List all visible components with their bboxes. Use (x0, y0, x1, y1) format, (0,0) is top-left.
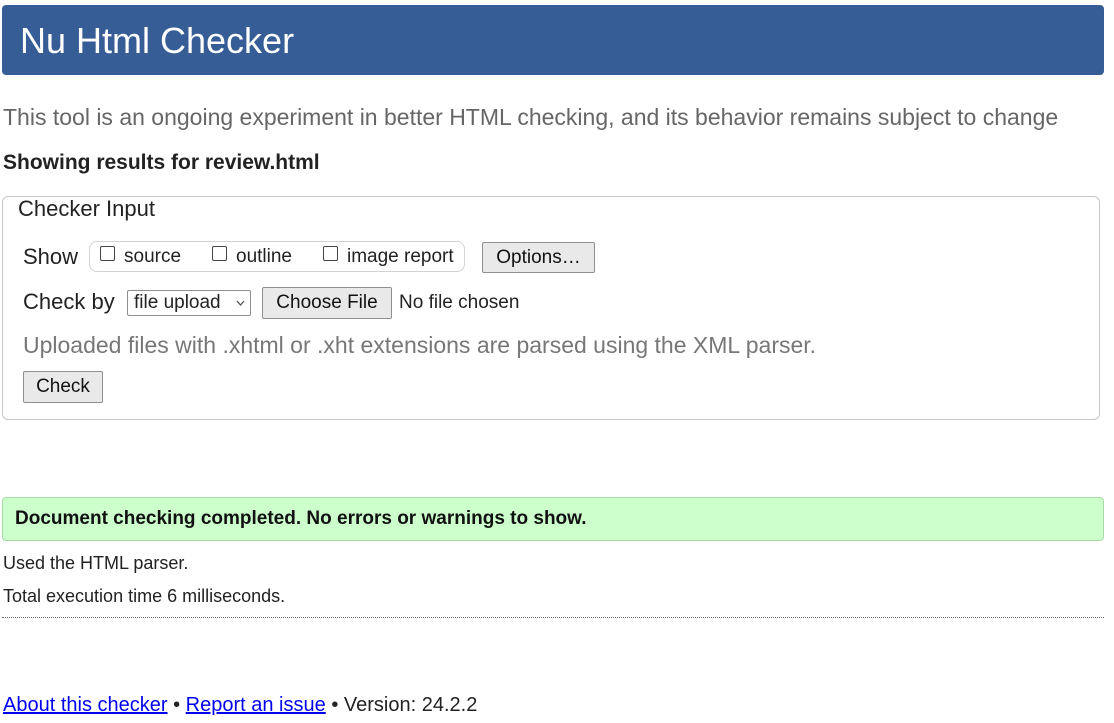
execution-time-info: Total execution time 6 milliseconds. (3, 586, 286, 606)
source-checkbox-label: source (124, 246, 182, 267)
version-text: Version: 24.2.2 (343, 694, 478, 716)
show-label: Show (23, 244, 79, 269)
report-issue-link[interactable]: Report an issue (186, 694, 326, 716)
image-report-checkbox[interactable] (323, 246, 338, 261)
check-by-label: Check by (23, 289, 115, 314)
check-button[interactable]: Check (23, 371, 103, 403)
image-report-checkbox-label: image report (347, 246, 454, 267)
page-title: Nu Html Checker (20, 20, 295, 61)
checker-input-legend: Checker Input (14, 197, 159, 221)
intro-text: This tool is an ongoing experiment in be… (3, 104, 1059, 130)
check-by-select[interactable]: file upload (127, 290, 251, 316)
footer-separator: • (331, 694, 339, 716)
xml-parser-note: Uploaded files with .xhtml or .xht exten… (23, 332, 817, 358)
outline-checkbox-label: outline (236, 246, 292, 267)
parser-info: Used the HTML parser. (3, 553, 189, 573)
results-heading: Showing results for review.html (3, 151, 320, 174)
source-checkbox[interactable] (100, 246, 115, 261)
choose-file-button[interactable]: Choose File (262, 287, 392, 319)
chevron-down-icon (236, 300, 245, 306)
page: Nu Html Checker This tool is an ongoing … (0, 0, 1114, 723)
check-by-selected-value: file upload (134, 292, 221, 313)
outline-checkbox[interactable] (212, 246, 227, 261)
options-button[interactable]: Options… (482, 242, 595, 273)
no-file-chosen-text: No file chosen (399, 292, 520, 313)
about-checker-link[interactable]: About this checker (3, 694, 168, 716)
success-message-box: Document checking completed. No errors o… (2, 497, 1104, 541)
header-banner: Nu Html Checker (2, 5, 1104, 75)
success-message: Document checking completed. No errors o… (15, 508, 587, 529)
footer: About this checker • Report an issue • V… (3, 693, 477, 717)
divider (2, 617, 1104, 618)
footer-separator: • (173, 694, 181, 716)
